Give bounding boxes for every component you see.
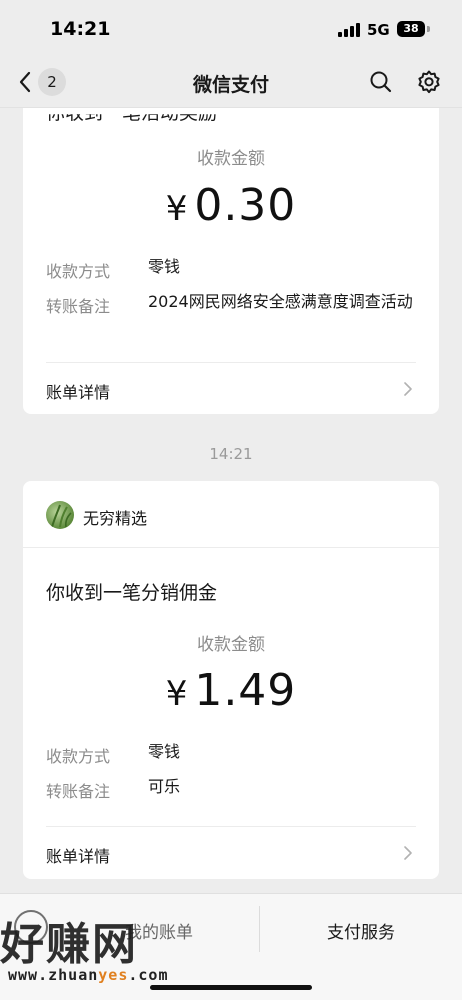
settings-gear-icon[interactable] <box>416 69 442 95</box>
network-type: 5G <box>367 21 390 39</box>
merchant-name[interactable]: 无穷精选 <box>83 505 147 529</box>
amount-number: 1.49 <box>194 665 297 716</box>
home-indicator[interactable] <box>150 985 312 990</box>
method-label: 收款方式 <box>46 262 111 281</box>
note-label: 转账备注 <box>46 782 111 801</box>
amount-label: 收款金额 <box>197 635 265 655</box>
amount-label: 收款金额 <box>197 149 265 169</box>
currency-symbol: ¥ <box>165 674 189 714</box>
signal-icon <box>338 23 360 37</box>
payment-message-card-1: 你收到一笔活动奖励 收款金额 ¥0.30 收款方式 零钱 转账备注 2024网民… <box>23 70 439 414</box>
note-label: 转账备注 <box>46 297 111 316</box>
payment-services-tab[interactable]: 支付服务 <box>260 894 462 964</box>
status-time: 14:21 <box>50 18 111 40</box>
chevron-right-icon <box>404 846 412 860</box>
amount-value: ¥1.49 <box>23 665 439 716</box>
search-icon[interactable] <box>368 69 394 95</box>
payment-services-label: 支付服务 <box>327 923 395 943</box>
chevron-right-icon <box>404 382 412 396</box>
bill-detail-label: 账单详情 <box>46 847 111 866</box>
watermark-url: www.zhuanyes.com <box>8 966 169 984</box>
navigation-bar: 2 微信支付 <box>0 56 462 108</box>
battery-tip <box>427 26 430 32</box>
method-label: 收款方式 <box>46 747 111 766</box>
message-headline: 你收到一笔分销佣金 <box>46 582 218 604</box>
watermark-url-highlight: yes <box>98 966 129 984</box>
battery-icon: 38 <box>397 21 425 37</box>
watermark-text: 好赚网 <box>0 919 138 970</box>
bill-detail-label: 账单详情 <box>46 383 111 402</box>
method-value: 零钱 <box>148 257 181 276</box>
merchant-avatar[interactable] <box>46 501 74 529</box>
note-value: 可乐 <box>148 777 181 796</box>
message-timestamp: 14:21 <box>209 445 253 463</box>
watermark-url-suffix: .com <box>128 966 169 984</box>
bill-detail-link[interactable]: 账单详情 <box>23 363 439 414</box>
status-bar: 14:21 5G 38 <box>0 0 462 56</box>
bill-detail-link[interactable]: 账单详情 <box>23 827 439 879</box>
divider <box>23 547 439 548</box>
amount-number: 0.30 <box>194 180 297 231</box>
currency-symbol: ¥ <box>165 189 189 229</box>
watermark-url-prefix: www.zhuan <box>8 966 99 984</box>
method-value: 零钱 <box>148 742 181 761</box>
plant-icon <box>51 504 72 528</box>
note-value: 2024网民网络安全感满意度调查活动 <box>148 292 413 311</box>
amount-value: ¥0.30 <box>23 180 439 231</box>
payment-message-card-2: 无穷精选 你收到一笔分销佣金 收款金额 ¥1.49 收款方式 零钱 转账备注 可… <box>23 481 439 879</box>
